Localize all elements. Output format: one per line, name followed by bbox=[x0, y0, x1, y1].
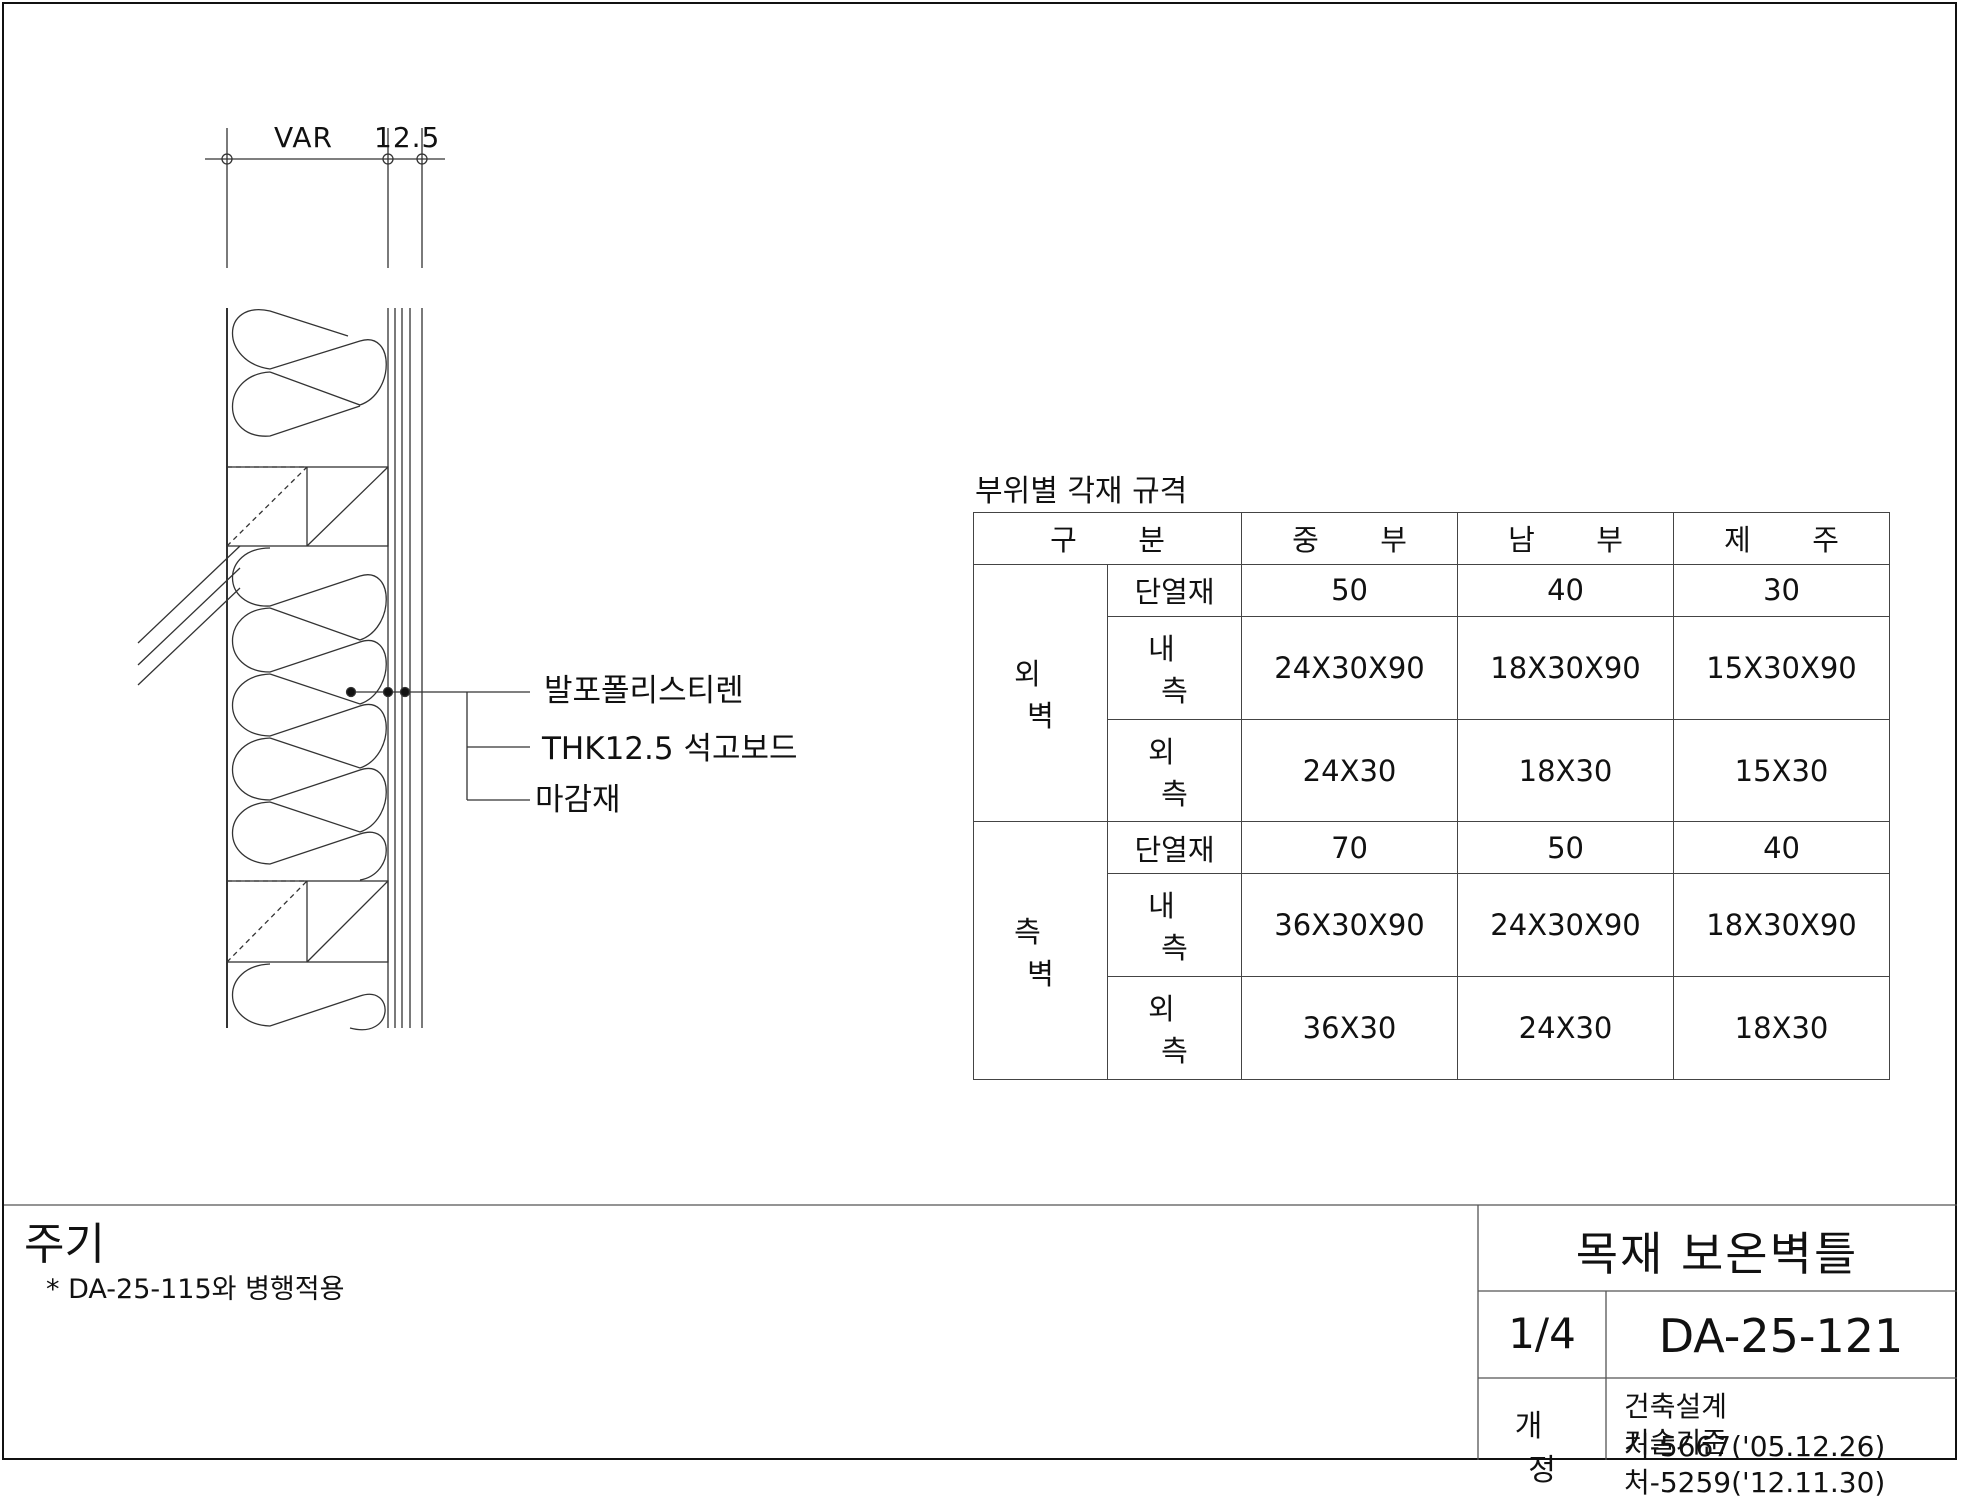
header-category: 구 분 bbox=[972, 512, 1243, 565]
insulation-lower bbox=[232, 963, 386, 1031]
row-item: 내 측 bbox=[1106, 873, 1243, 978]
table-cell: 24X30X90 bbox=[1457, 873, 1675, 978]
table-cell: 24X30 bbox=[1241, 718, 1459, 823]
table-row: 내 측 36X30X90 24X30X90 18X30X90 bbox=[974, 873, 1891, 978]
table-cell: 36X30 bbox=[1241, 976, 1459, 1080]
dimension-board-thickness: 12.5 bbox=[374, 121, 441, 154]
group-label: 외 벽 bbox=[973, 563, 1108, 823]
table-header-row: 구 분 중 부 남 부 제 주 bbox=[972, 512, 1891, 565]
callout-finish-material: 마감재 bbox=[535, 782, 621, 818]
row-item: 외 측 bbox=[1106, 718, 1243, 823]
table-cell: 18X30X90 bbox=[1673, 873, 1891, 978]
insulation-upper bbox=[232, 309, 387, 437]
table-cell: 24X30 bbox=[1457, 976, 1675, 1080]
table-cell: 50 bbox=[1241, 563, 1459, 617]
revision-label: 개 정 bbox=[1514, 1409, 1583, 1488]
row-item: 단열재 bbox=[1106, 563, 1243, 617]
table-row: 외 측 36X30 24X30 18X30 bbox=[974, 976, 1891, 1080]
table-cell: 18X30 bbox=[1673, 976, 1891, 1080]
revision-entry: 기술기준처-5259('12.11.30) bbox=[1624, 1426, 1886, 1499]
table-cell: 70 bbox=[1241, 821, 1459, 875]
table-row: 외 벽 단열재 50 40 30 bbox=[973, 563, 1891, 823]
wall-layers bbox=[226, 308, 423, 1028]
group-label: 측 벽 bbox=[973, 821, 1108, 1080]
spec-table: 구 분 중 부 남 부 제 주 외 벽 단열재 50 40 30 내 측 24X… bbox=[972, 512, 1891, 1080]
dimension-var-label: VAR bbox=[274, 121, 333, 154]
notes-item: * DA-25-115와 병행적용 bbox=[46, 1274, 345, 1305]
table-row: 외 측 24X30 18X30 15X30 bbox=[974, 718, 1891, 823]
table-row: 측 벽 단열재 70 50 40 bbox=[973, 821, 1891, 1080]
table-cell: 30 bbox=[1673, 563, 1891, 617]
row-item: 내 측 bbox=[1106, 615, 1243, 720]
table-cell: 40 bbox=[1673, 821, 1891, 875]
table-cell: 50 bbox=[1457, 821, 1675, 875]
callout-gypsum-board: THK12.5 석고보드 bbox=[542, 731, 798, 767]
table-cell: 15X30X90 bbox=[1673, 615, 1891, 720]
insulation-middle bbox=[232, 547, 387, 881]
table-cell: 18X30X90 bbox=[1457, 615, 1675, 720]
table-cell: 24X30X90 bbox=[1241, 615, 1459, 720]
header-region: 남 부 bbox=[1457, 512, 1675, 565]
row-item: 단열재 bbox=[1106, 821, 1243, 875]
stud-block-lower bbox=[226, 880, 389, 963]
sheet-number: 1/4 bbox=[1508, 1309, 1576, 1358]
table-row: 내 측 24X30X90 18X30X90 15X30X90 bbox=[974, 615, 1891, 720]
table-cell: 36X30X90 bbox=[1241, 873, 1459, 978]
leader-lines bbox=[345, 686, 530, 801]
notes-title: 주기 bbox=[24, 1219, 105, 1270]
row-item: 외 측 bbox=[1106, 976, 1243, 1080]
drawing-title: 목재 보온벽틀 bbox=[1575, 1227, 1859, 1281]
spec-table-title: 부위별 각재 규격 bbox=[975, 474, 1188, 509]
callout-polystyrene: 발포폴리스티렌 bbox=[544, 673, 744, 709]
table-cell: 40 bbox=[1457, 563, 1675, 617]
table-cell: 18X30 bbox=[1457, 718, 1675, 823]
stud-block-upper bbox=[137, 466, 389, 686]
header-region: 중 부 bbox=[1241, 512, 1459, 565]
table-cell: 15X30 bbox=[1673, 718, 1891, 823]
drawing-number: DA-25-121 bbox=[1658, 1309, 1904, 1363]
header-region: 제 주 bbox=[1673, 512, 1891, 565]
